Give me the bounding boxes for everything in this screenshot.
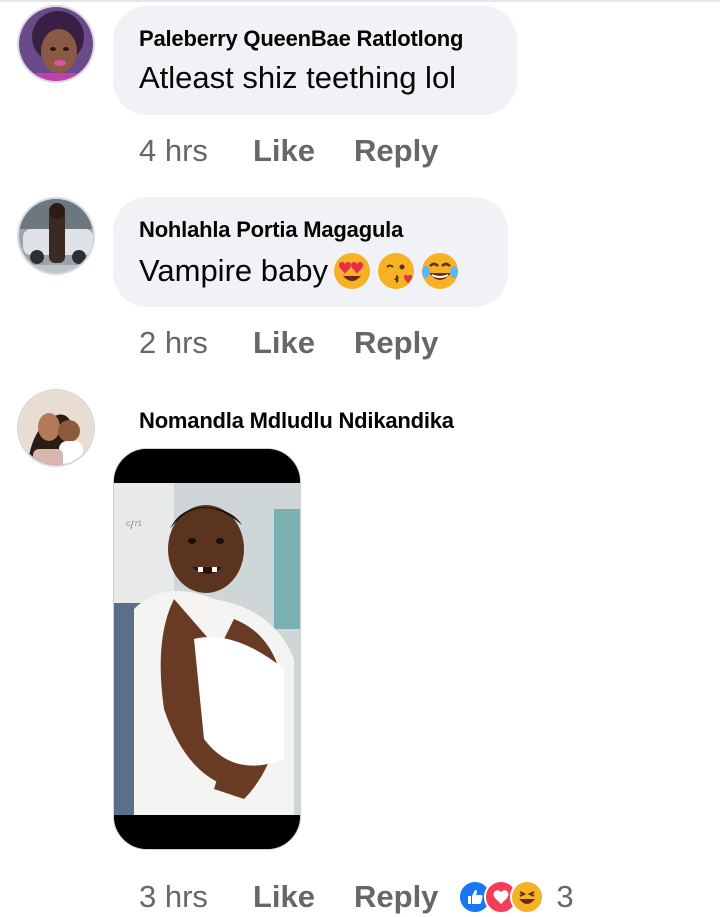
comment-actions: 3 hrs Like Reply 3 — [139, 877, 574, 917]
comment-text: Atleast shiz teething lol — [139, 60, 457, 95]
reply-button[interactable]: Reply — [354, 133, 438, 169]
comment-bubble: Paleberry QueenBae Ratlotlong Atleast sh… — [113, 6, 517, 115]
top-divider — [0, 0, 720, 2]
like-button[interactable]: Like — [253, 325, 354, 361]
comment-actions: 4 hrs Like Reply — [139, 131, 438, 171]
comment-text: Vampire baby — [139, 253, 328, 288]
comment-actions: 2 hrs Like Reply — [139, 323, 438, 363]
reply-button[interactable]: Reply — [354, 325, 438, 361]
like-button[interactable]: Like — [253, 879, 354, 915]
timestamp[interactable]: 3 hrs — [139, 879, 253, 915]
heart-eyes-emoji — [333, 253, 370, 289]
timestamp[interactable]: 2 hrs — [139, 325, 253, 361]
comment-author[interactable]: Paleberry QueenBae Ratlotlong — [139, 26, 491, 52]
svg-text:ᶜ/⁷¹: ᶜ/⁷¹ — [126, 518, 142, 532]
comment-author[interactable]: Nomandla Mdludlu Ndikandika — [139, 408, 454, 434]
comment-text-row: Vampire baby — [139, 251, 482, 291]
like-button[interactable]: Like — [253, 133, 354, 169]
comment-bubble: Nohlahla Portia Magagula Vampire baby — [113, 197, 508, 307]
reply-button[interactable]: Reply — [354, 879, 438, 915]
avatar[interactable] — [17, 389, 95, 467]
tears-of-joy-emoji — [421, 253, 458, 289]
haha-reaction-icon — [510, 880, 545, 914]
timestamp[interactable]: 4 hrs — [139, 133, 253, 169]
reaction-count: 3 — [556, 879, 574, 914]
reaction-summary[interactable]: 3 — [458, 879, 574, 915]
comment-author[interactable]: Nohlahla Portia Magagula — [139, 217, 482, 243]
kissing-face-emoji — [377, 253, 414, 289]
avatar[interactable] — [17, 5, 95, 83]
avatar[interactable] — [17, 197, 95, 275]
comment-photo-attachment[interactable]: ᶜ/⁷¹ — [113, 448, 301, 850]
